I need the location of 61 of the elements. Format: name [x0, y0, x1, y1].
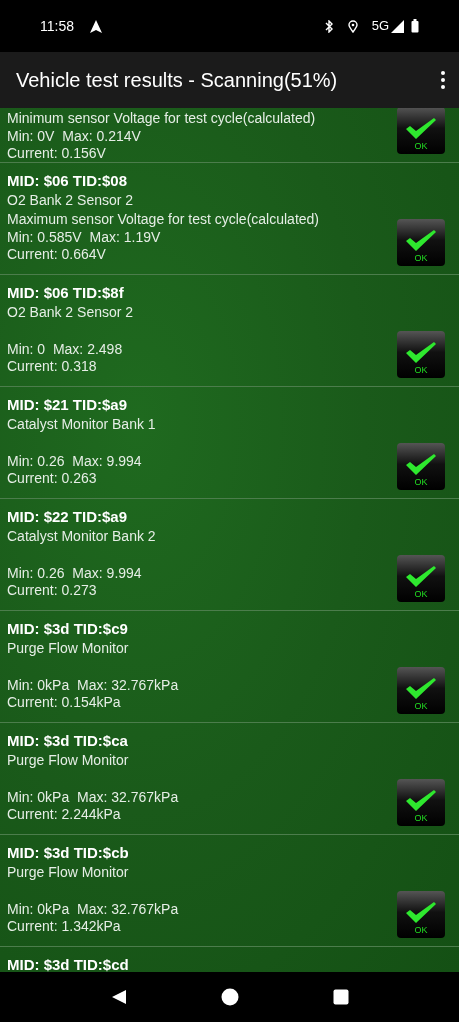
test-description: Maximum sensor Voltage for test cycle(calculated): [7, 210, 319, 229]
badge-label: OK: [414, 477, 428, 487]
monitor-name: Catalyst Monitor Bank 2: [7, 527, 156, 545]
range-text: Min: 0.585V Max: 1.19V: [7, 229, 161, 246]
monitor-name: Purge Flow Monitor: [7, 863, 129, 881]
badge-label: OK: [414, 701, 428, 711]
checkmark-icon: [404, 677, 438, 701]
test-id: MID: $3d TID:$cd: [7, 955, 129, 972]
test-id: MID: $22 TID:$a9: [7, 507, 128, 527]
badge-label: OK: [414, 813, 428, 823]
checkmark-icon: [404, 341, 438, 365]
checkmark-icon: [404, 453, 438, 477]
clock: 11:58: [40, 16, 74, 36]
badge-label: OK: [414, 141, 428, 151]
test-id: MID: $3d TID:$cb: [7, 843, 129, 863]
monitor-name: Purge Flow Monitor: [7, 639, 129, 657]
test-id: MID: $06 TID:$8f: [7, 283, 124, 303]
recents-icon[interactable]: [332, 989, 349, 1005]
current-value: Current: 2.244kPa: [7, 806, 121, 823]
monitor-name: O2 Bank 2 Sensor 2: [7, 191, 134, 209]
badge-label: OK: [414, 365, 428, 375]
range-text: Min: 0kPa Max: 32.767kPa: [7, 677, 179, 694]
network-type: 5G: [371, 17, 389, 36]
test-id: MID: $3d TID:$c9: [7, 619, 128, 639]
current-value: Current: 1.342kPa: [7, 918, 121, 935]
current-value: Current: 0.273: [7, 582, 97, 599]
back-icon[interactable]: [110, 989, 127, 1005]
range-text: Min: 0 Max: 2.498: [7, 341, 123, 358]
checkmark-icon: [404, 229, 438, 253]
monitor-name: O2 Bank 2 Sensor 2: [7, 303, 134, 321]
badge-label: OK: [414, 253, 428, 263]
monitor-name: Purge Flow Monitor: [7, 751, 129, 769]
range-text: Min: 0.26 Max: 9.994: [7, 565, 142, 582]
checkmark-icon: [404, 117, 438, 141]
range-text: Min: 0kPa Max: 32.767kPa: [7, 901, 179, 918]
battery-icon: [411, 19, 419, 33]
current-value: Current: 0.263: [7, 470, 97, 487]
signal-icon: [391, 19, 404, 33]
home-icon[interactable]: [220, 988, 239, 1006]
screen-title: Vehicle test results - Scanning(51%): [16, 68, 339, 93]
overflow-menu-icon[interactable]: [439, 70, 447, 90]
navigation-arrow-icon: [90, 19, 102, 33]
bluetooth-icon: [323, 19, 334, 33]
location-pin-icon: [347, 19, 358, 33]
test-id: MID: $21 TID:$a9: [7, 395, 128, 415]
current-value: Current: 0.318: [7, 358, 97, 375]
monitor-name: Catalyst Monitor Bank 1: [7, 415, 156, 433]
current-value: Current: 0.664V: [7, 246, 106, 263]
badge-label: OK: [414, 589, 428, 599]
test-id: MID: $06 TID:$08: [7, 171, 128, 191]
current-value: Current: 0.154kPa: [7, 694, 121, 711]
current-value: Current: 0.156V: [7, 145, 106, 162]
range-text: Min: 0V Max: 0.214V: [7, 128, 141, 145]
test-id: MID: $3d TID:$ca: [7, 731, 128, 751]
test-description: Minimum sensor Voltage for test cycle(calculated): [7, 109, 316, 128]
range-text: Min: 0kPa Max: 32.767kPa: [7, 789, 179, 806]
checkmark-icon: [404, 565, 438, 589]
range-text: Min: 0.26 Max: 9.994: [7, 453, 142, 470]
badge-label: OK: [414, 925, 428, 935]
checkmark-icon: [404, 789, 438, 813]
checkmark-icon: [404, 901, 438, 925]
